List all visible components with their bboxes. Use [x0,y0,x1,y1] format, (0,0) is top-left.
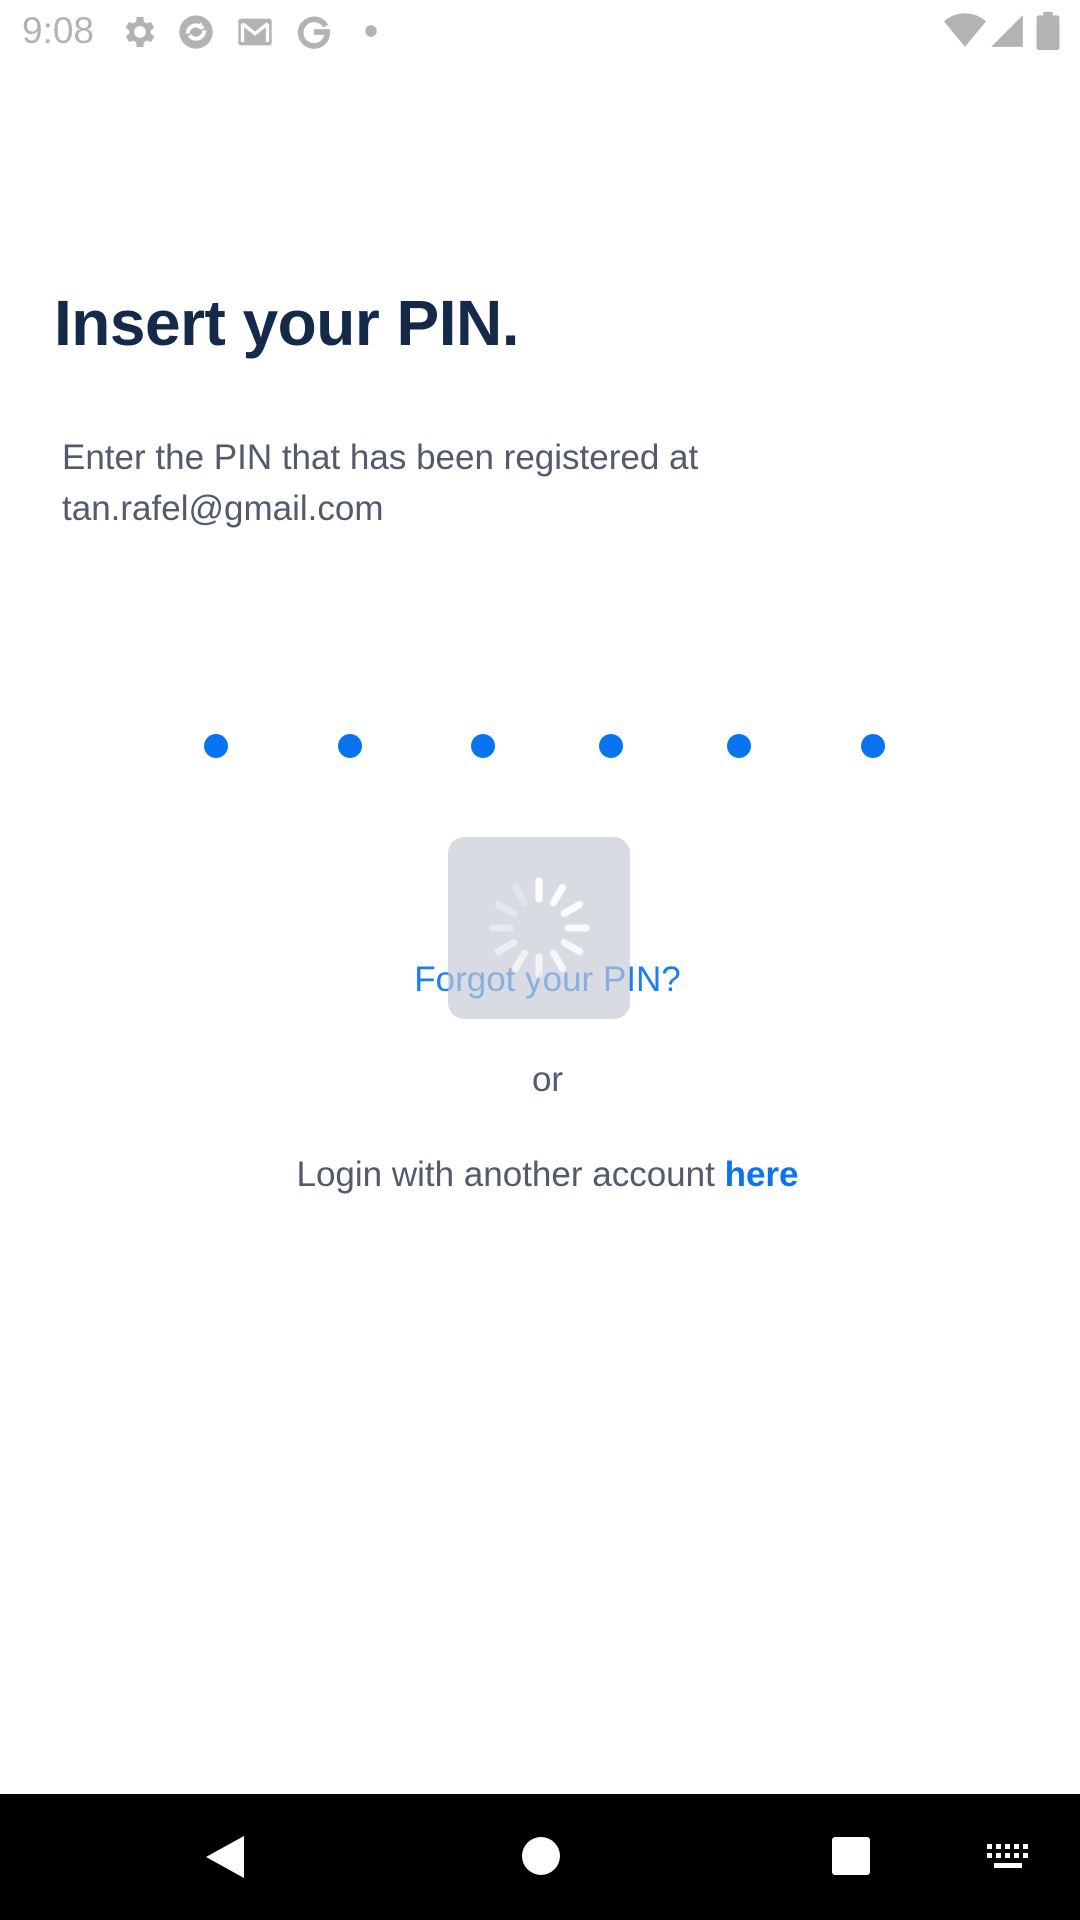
instructions-text: Enter the PIN that has been registered a… [62,438,699,477]
dot-icon [362,22,380,40]
pin-dot [204,734,228,758]
gear-icon [120,12,160,52]
or-separator: or [531,1060,564,1099]
keyboard-icon[interactable] [987,1844,1029,1870]
google-icon [294,12,334,52]
pin-dot [338,734,362,758]
page-title: Insert your PIN. [54,287,520,359]
gmail-icon [235,12,275,52]
pin-dot [471,734,495,758]
pin-input[interactable] [0,734,1080,758]
wifi-icon [944,10,986,52]
back-icon[interactable] [204,1834,246,1880]
home-icon[interactable] [519,1834,563,1878]
login-here-link[interactable]: here [725,1155,799,1194]
pin-instructions: Enter the PIN that has been registered a… [62,432,962,534]
login-another-account-text: Login with another account [296,1155,715,1194]
loading-spinner-icon [488,877,590,979]
pin-dot [861,734,885,758]
recents-icon[interactable] [831,1836,871,1876]
loading-overlay [448,837,630,1019]
login-another-account: Login with another account here [0,1155,1080,1195]
cell-signal-icon [988,10,1026,52]
navigation-bar [0,1794,1080,1920]
app-refresh-icon [176,12,216,52]
pin-dot [599,734,623,758]
status-time: 9:08 [22,10,95,51]
account-email: tan.rafel@gmail.com [62,489,384,528]
status-bar: 9:08 [0,0,1080,64]
pin-dot [727,734,751,758]
battery-icon [1036,12,1060,50]
